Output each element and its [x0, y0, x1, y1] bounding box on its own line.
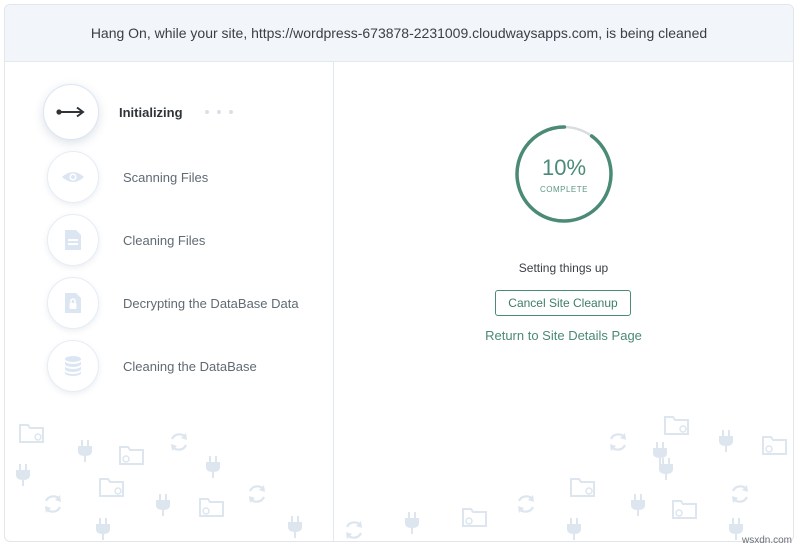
step-icon-circle — [43, 84, 99, 140]
step-label: Initializing — [119, 104, 183, 120]
plug-icon — [16, 464, 30, 486]
step-label: Cleaning the DataBase — [123, 358, 257, 374]
step-initializing: Initializing — [43, 84, 323, 140]
plug-icon — [567, 518, 581, 540]
progress-ring: 10% COMPLETE — [514, 124, 614, 224]
folder-icon — [570, 478, 595, 497]
folder-icon — [672, 500, 697, 519]
progress-percent: 10% — [541, 154, 587, 180]
step-icon-circle — [47, 277, 99, 329]
loading-dots — [204, 110, 241, 114]
plug-icon — [156, 494, 170, 516]
plug-icon — [288, 516, 302, 538]
arrow-icon — [56, 106, 85, 118]
database-icon — [65, 356, 81, 376]
watermark: wsxdn.com — [741, 535, 792, 546]
folder-icon — [664, 416, 689, 435]
cancel-site-cleanup-button[interactable]: Cancel Site Cleanup — [495, 290, 631, 316]
step-cleaning-database: Cleaning the DataBase — [47, 338, 327, 394]
step-cleaning-files: Cleaning Files — [47, 212, 327, 268]
step-icon-circle — [47, 340, 99, 392]
plug-icon — [631, 494, 645, 516]
page-header: Hang On, while your site, https://wordpr… — [5, 5, 793, 62]
plug-icon — [659, 458, 673, 480]
steps-panel: Initializing Scanning Files Cleaning Fil… — [5, 62, 334, 541]
step-decrypting-database: Decrypting the DataBase Data — [47, 275, 327, 331]
cleanup-card: Hang On, while your site, https://wordpr… — [4, 4, 794, 542]
refresh-icon — [45, 495, 61, 513]
folder-icon — [762, 436, 787, 455]
folder-icon — [462, 508, 487, 527]
step-label: Decrypting the DataBase Data — [123, 295, 299, 311]
plug-icon — [78, 440, 92, 462]
step-scanning-files: Scanning Files — [47, 149, 327, 205]
progress-complete-label: COMPLETE — [539, 184, 588, 194]
progress-text: 10% COMPLETE — [514, 124, 614, 224]
refresh-icon — [171, 433, 187, 451]
lock-file-icon — [65, 293, 81, 313]
plug-icon — [405, 512, 419, 534]
refresh-icon — [518, 495, 534, 513]
step-label: Scanning Files — [123, 169, 209, 185]
plug-icon — [96, 518, 110, 540]
folder-icon — [119, 446, 144, 465]
step-label: Cleaning Files — [123, 232, 206, 248]
step-icon-circle — [47, 151, 99, 203]
plug-icon — [719, 430, 733, 452]
file-icon — [65, 230, 81, 250]
status-text: Setting things up — [518, 261, 609, 275]
folder-icon — [99, 478, 124, 497]
eye-icon — [62, 172, 84, 182]
progress-panel: 10% COMPLETE Setting things up Cancel Si… — [334, 62, 793, 541]
plug-icon — [206, 456, 220, 478]
step-icon-circle — [47, 214, 99, 266]
refresh-icon — [610, 433, 626, 451]
refresh-icon — [732, 485, 748, 503]
folder-icon — [19, 424, 44, 443]
return-to-site-details-link[interactable]: Return to Site Details Page — [334, 328, 793, 343]
refresh-icon — [346, 521, 362, 539]
refresh-icon — [249, 485, 265, 503]
header-title: Hang On, while your site, https://wordpr… — [90, 25, 708, 41]
folder-icon — [199, 498, 224, 517]
